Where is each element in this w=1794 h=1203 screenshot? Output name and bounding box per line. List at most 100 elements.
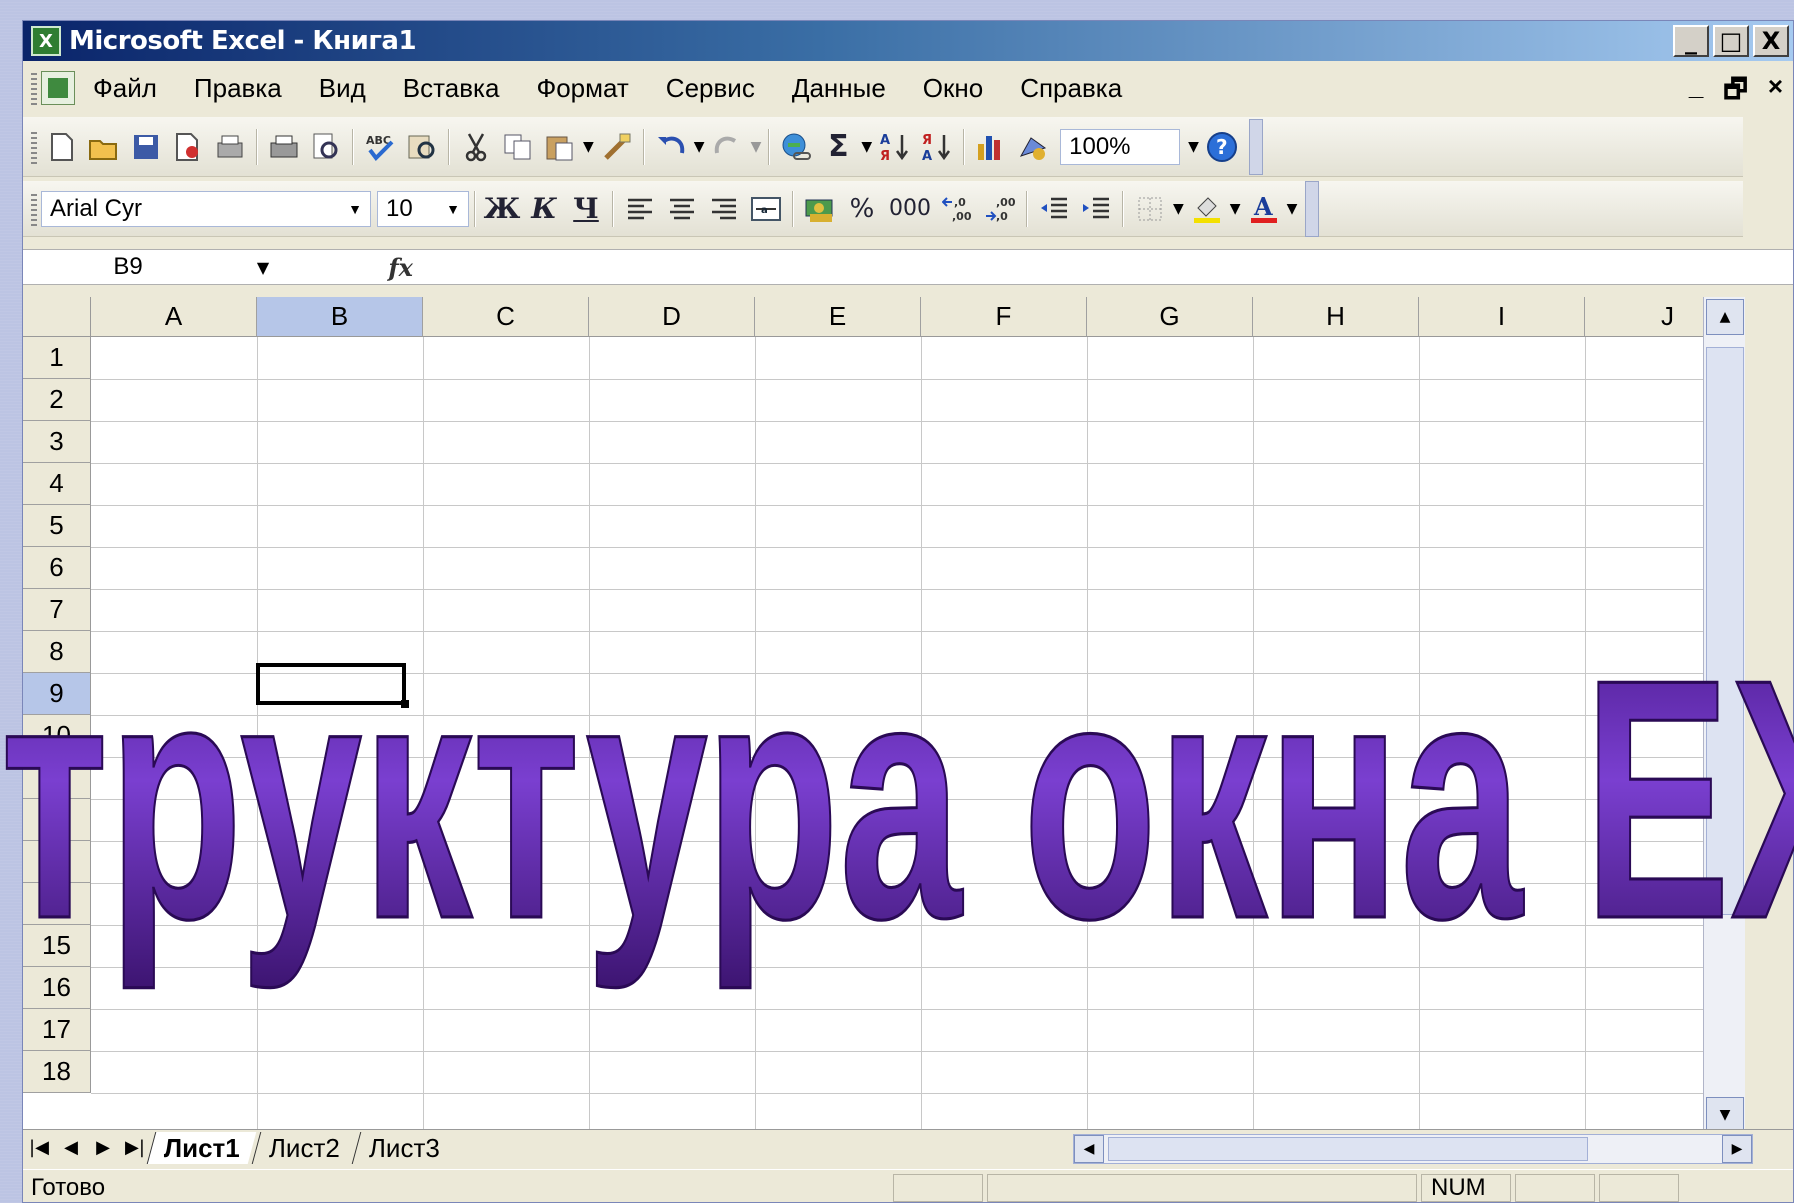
title-bar[interactable]: X Microsoft Excel - Книга1 _ □ X [23,21,1793,61]
undo-dropdown-arrow[interactable]: ▼ [694,139,705,155]
workbook-icon[interactable] [41,71,75,105]
toolbar-options-button[interactable] [1305,180,1320,237]
vertical-scroll-thumb[interactable] [1706,347,1744,915]
menu-format[interactable]: Формат [536,73,628,104]
menu-data[interactable]: Данные [792,73,886,104]
font-size-select[interactable]: 10 ▼ [377,190,469,227]
row-header-12[interactable]: 12 [23,799,91,841]
redo-icon[interactable] [710,129,746,165]
horizontal-scrollbar[interactable]: ◀ ▶ [1073,1134,1753,1164]
fill-color-icon[interactable] [1189,191,1225,227]
sheet-tab-3[interactable]: Лист3 [351,1131,457,1164]
column-header-f[interactable]: F [921,297,1087,337]
row-header-16[interactable]: 16 [23,967,91,1009]
align-right-icon[interactable] [706,191,742,227]
name-box[interactable]: B9 [23,250,233,284]
menu-file[interactable]: Файл [93,73,157,104]
currency-icon[interactable] [802,191,838,227]
row-header-3[interactable]: 3 [23,421,91,463]
last-sheet-button[interactable]: ▶| [119,1137,151,1158]
doc-close-button[interactable]: × [1768,71,1783,115]
help-icon[interactable]: ? [1204,129,1240,165]
insert-function-button[interactable]: fx [293,253,423,282]
row-header-8[interactable]: 8 [23,631,91,673]
zoom-select[interactable]: 100% [1060,128,1181,165]
font-size-dropdown-arrow[interactable]: ▼ [446,201,460,217]
menu-window[interactable]: Окно [923,73,983,104]
zoom-dropdown-arrow[interactable]: ▼ [1188,139,1199,155]
scroll-right-button[interactable]: ▶ [1722,1135,1752,1163]
hyperlink-icon[interactable] [778,129,814,165]
column-header-a[interactable]: A [91,297,257,337]
save-icon[interactable] [128,129,164,165]
column-header-g[interactable]: G [1087,297,1253,337]
format-painter-icon[interactable] [599,129,635,165]
drawing-icon[interactable] [1015,129,1051,165]
font-dropdown-arrow[interactable]: ▼ [348,201,362,217]
active-cell-b9[interactable] [256,663,406,705]
menu-view[interactable]: Вид [319,73,366,104]
percent-button[interactable]: % [844,191,880,227]
row-header-11[interactable]: 11 [23,757,91,799]
menu-insert[interactable]: Вставка [403,73,500,104]
toolbar-grip-handle[interactable] [31,191,37,226]
scroll-down-button[interactable]: ▼ [1706,1097,1744,1129]
copy-icon[interactable] [500,129,536,165]
redo-dropdown-arrow[interactable]: ▼ [751,139,762,155]
sort-ascending-icon[interactable]: АЯ [877,129,913,165]
borders-icon[interactable] [1132,191,1168,227]
column-header-e[interactable]: E [755,297,921,337]
name-box-dropdown-arrow[interactable]: ▼ [233,258,293,277]
sort-descending-icon[interactable]: ЯА [919,129,955,165]
undo-icon[interactable] [653,129,689,165]
row-header-18[interactable]: 18 [23,1051,91,1093]
row-header-10[interactable]: 10 [23,715,91,757]
maximize-button[interactable]: □ [1713,25,1749,57]
open-icon[interactable] [86,129,122,165]
prev-sheet-button[interactable]: ◀ [55,1137,87,1158]
minimize-button[interactable]: _ [1673,25,1709,57]
close-button[interactable]: X [1753,25,1789,57]
row-header-6[interactable]: 6 [23,547,91,589]
excel-icon[interactable]: X [31,26,61,56]
menu-grip-handle[interactable] [31,71,37,105]
column-header-b[interactable]: B [257,297,423,337]
borders-dropdown-arrow[interactable]: ▼ [1173,201,1184,217]
menu-help[interactable]: Справка [1020,73,1122,104]
merge-center-icon[interactable]: a [748,191,784,227]
formula-input[interactable] [423,250,1793,284]
increase-indent-icon[interactable] [1078,191,1114,227]
fill-handle[interactable] [401,700,409,708]
first-sheet-button[interactable]: |◀ [23,1137,55,1158]
autosum-dropdown-arrow[interactable]: ▼ [861,139,872,155]
column-header-h[interactable]: H [1253,297,1419,337]
research-icon[interactable] [404,129,440,165]
paste-icon[interactable] [542,129,578,165]
cut-icon[interactable] [458,129,494,165]
underline-button[interactable]: Ч [568,191,604,227]
font-color-icon[interactable]: A [1246,191,1282,227]
horizontal-scroll-thumb[interactable] [1108,1137,1588,1161]
vertical-scrollbar[interactable]: ▲ ▼ [1703,297,1745,1129]
align-left-icon[interactable] [622,191,658,227]
decrease-decimal-icon[interactable]: ,00,0 [982,191,1018,227]
autosum-icon[interactable]: Σ [820,129,856,165]
permission-icon[interactable] [170,129,206,165]
doc-restore-button[interactable]: 🗗 [1723,71,1747,115]
row-header-13[interactable]: 13 [23,841,91,883]
thousands-separator-button[interactable]: 000 [886,191,934,227]
font-color-dropdown-arrow[interactable]: ▼ [1287,201,1298,217]
doc-minimize-button[interactable]: _ [1689,71,1703,115]
print-preview-icon[interactable] [212,129,248,165]
next-sheet-button[interactable]: ▶ [87,1137,119,1158]
row-header-15[interactable]: 15 [23,925,91,967]
scroll-left-button[interactable]: ◀ [1074,1135,1104,1163]
spelling-icon[interactable]: ABC [362,129,398,165]
select-all-button[interactable] [23,297,91,337]
row-header-2[interactable]: 2 [23,379,91,421]
bold-button[interactable]: Ж [484,191,521,227]
column-header-c[interactable]: C [423,297,589,337]
column-header-i[interactable]: I [1419,297,1585,337]
new-icon[interactable] [44,129,80,165]
worksheet-grid[interactable]: ABCDEFGHIJ 1 2 3 4 5 6 7 8 9 10 11 12 13 14 15 16 17 18 ▲… [23,297,1745,1129]
